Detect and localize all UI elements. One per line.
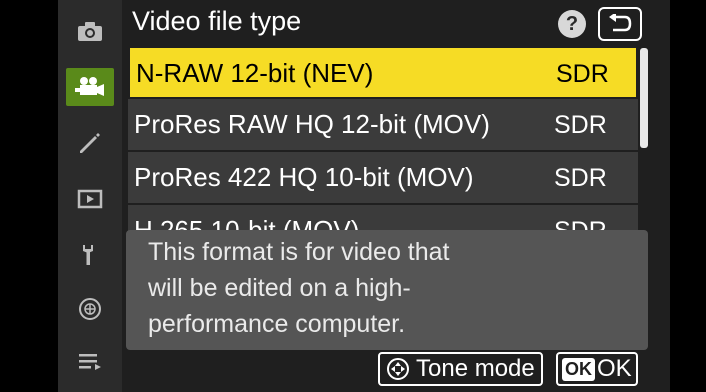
sidebar-item-photo-shooting[interactable] bbox=[66, 12, 114, 50]
list-item-value: SDR bbox=[554, 111, 607, 139]
sidebar-item-setup[interactable] bbox=[66, 236, 114, 274]
playback-icon bbox=[77, 189, 103, 209]
ok-button-icon: OK bbox=[562, 357, 595, 381]
help-text-panel: This format is for video that will be ed… bbox=[126, 230, 648, 350]
help-icon[interactable]: ? bbox=[558, 10, 586, 38]
camera-menu-screen: Video file type ? N-RAW 12-bit (NEV) SDR… bbox=[58, 0, 670, 392]
list-item-label: ProRes RAW HQ 12-bit (MOV) bbox=[134, 109, 490, 139]
list-item-nraw[interactable]: N-RAW 12-bit (NEV) SDR bbox=[128, 46, 638, 99]
ok-button[interactable]: OK OK bbox=[556, 352, 638, 386]
sidebar-item-custom-settings[interactable] bbox=[66, 124, 114, 162]
return-arrow-icon bbox=[609, 14, 632, 32]
camera-icon bbox=[78, 22, 102, 41]
movie-camera-icon bbox=[75, 77, 104, 96]
list-item-label: N-RAW 12-bit (NEV) bbox=[136, 58, 374, 88]
scrollbar-thumb[interactable] bbox=[640, 48, 648, 148]
list-item-label: ProRes 422 HQ 10-bit (MOV) bbox=[134, 162, 474, 192]
list-item-value: SDR bbox=[554, 164, 607, 192]
list-item-value: SDR bbox=[556, 60, 609, 88]
list-item-prores-422[interactable]: ProRes 422 HQ 10-bit (MOV) SDR bbox=[128, 152, 638, 205]
my-menu-icon bbox=[79, 354, 101, 370]
help-text-line: performance computer. bbox=[148, 310, 406, 338]
back-button[interactable] bbox=[598, 7, 642, 41]
multi-selector-icon bbox=[387, 358, 409, 380]
sidebar-item-video-recording[interactable] bbox=[66, 68, 114, 106]
sidebar-item-network[interactable] bbox=[66, 290, 114, 328]
list-item-prores-raw[interactable]: ProRes RAW HQ 12-bit (MOV) SDR bbox=[128, 99, 638, 152]
tone-mode-button[interactable]: Tone mode bbox=[378, 352, 543, 386]
help-text-line: This format is for video that bbox=[148, 238, 450, 266]
menu-header: Video file type ? bbox=[128, 0, 670, 46]
wrench-icon bbox=[83, 245, 93, 265]
pencil-icon bbox=[80, 133, 100, 153]
tone-mode-label: Tone mode bbox=[416, 355, 535, 382]
sidebar-item-playback[interactable] bbox=[66, 180, 114, 218]
button-guide: Tone mode OK OK bbox=[128, 350, 648, 390]
sidebar-item-my-menu[interactable] bbox=[66, 342, 114, 380]
network-icon bbox=[79, 298, 101, 320]
help-text-line: will be edited on a high- bbox=[148, 274, 411, 302]
page-title: Video file type bbox=[132, 6, 302, 36]
video-file-type-list: N-RAW 12-bit (NEV) SDR ProRes RAW HQ 12-… bbox=[128, 46, 638, 258]
ok-label: OK bbox=[597, 355, 632, 382]
menu-sidebar bbox=[58, 0, 122, 392]
